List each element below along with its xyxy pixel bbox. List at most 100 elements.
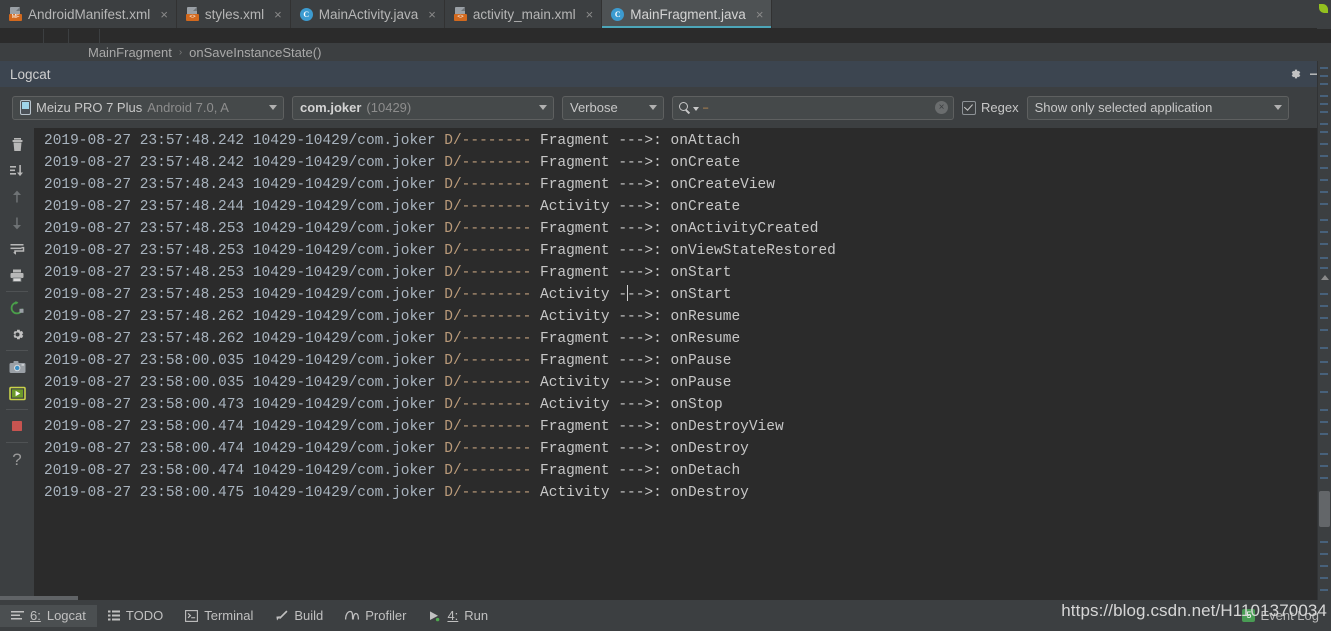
scrollbar-thumb[interactable] — [1319, 491, 1330, 527]
log-level-value: Verbose — [570, 100, 618, 115]
toolbar-divider — [6, 291, 28, 292]
gutter-mark — [1320, 219, 1328, 221]
chevron-down-icon — [649, 105, 657, 110]
log-component: Fragment — [540, 441, 619, 457]
gear-icon[interactable] — [1285, 64, 1305, 84]
restart-button[interactable] — [0, 295, 34, 321]
log-timestamp: 2019-08-27 23:58:00.475 — [44, 485, 253, 501]
chevron-down-icon[interactable] — [693, 107, 699, 111]
editor-tab-mainfragment-java[interactable]: C MainFragment.java × — [602, 0, 773, 28]
statusbar-item-build[interactable]: Build — [264, 605, 334, 627]
stop-button[interactable] — [0, 413, 34, 439]
logcat-search-field[interactable]: – × — [672, 95, 954, 120]
log-timestamp: 2019-08-27 23:58:00.035 — [44, 375, 253, 391]
log-level-dropdown[interactable]: Verbose — [562, 95, 664, 120]
statusbar-item-profiler[interactable]: Profiler — [334, 605, 417, 627]
log-component: Fragment — [540, 265, 619, 281]
log-timestamp: 2019-08-27 23:57:48.243 — [44, 177, 253, 193]
breadcrumb-class[interactable]: MainFragment — [88, 45, 172, 60]
log-pid: 10429-10429/com.joker — [252, 199, 445, 215]
screenshot-camera-button[interactable] — [0, 354, 34, 380]
log-pid: 10429-10429/com.joker — [252, 331, 445, 347]
search-input-value[interactable]: – — [702, 101, 709, 115]
gutter-mark — [1320, 361, 1328, 363]
gutter-mark — [1320, 577, 1328, 579]
statusbar-label: Logcat — [46, 608, 86, 623]
log-message: --->: onViewStateRestored — [618, 243, 836, 259]
log-component: Activity — [540, 199, 619, 215]
gutter-mark — [1320, 167, 1328, 169]
clear-logcat-button[interactable] — [0, 132, 34, 158]
editor-tab-bar: MF AndroidManifest.xml × <> styles.xml ×… — [0, 0, 1331, 29]
profiler-wave-icon — [345, 610, 360, 620]
statusbar-item-todo[interactable]: TODO — [97, 605, 174, 627]
process-pid: (10429) — [366, 100, 412, 115]
clear-search-icon[interactable]: × — [935, 101, 948, 114]
editor-code-line-clipped[interactable]: 96Log.d(TAG, msg:"onSaveInstanceState"); — [0, 29, 1331, 43]
logcat-line: 2019-08-27 23:57:48.253 10429-10429/com.… — [44, 218, 1317, 240]
editor-right-gutter[interactable] — [1317, 61, 1331, 600]
print-button[interactable] — [0, 262, 34, 288]
breadcrumb-method[interactable]: onSaveInstanceState() — [189, 45, 321, 60]
log-pid: 10429-10429/com.joker — [252, 287, 445, 303]
close-icon[interactable]: × — [586, 8, 594, 21]
logcat-line: 2019-08-27 23:57:48.253 10429-10429/com.… — [44, 284, 1317, 306]
log-timestamp: 2019-08-27 23:57:48.262 — [44, 331, 253, 347]
editor-tab-styles-xml[interactable]: <> styles.xml × — [177, 0, 291, 28]
gutter-mark — [1320, 103, 1328, 105]
down-the-stack-trace-button[interactable] — [0, 210, 34, 236]
device-name: Meizu PRO 7 Plus — [36, 100, 143, 115]
logcat-line: 2019-08-27 23:58:00.474 10429-10429/com.… — [44, 416, 1317, 438]
build-hammer-icon — [276, 610, 288, 620]
process-selector-dropdown[interactable]: com.joker (10429) — [292, 95, 554, 120]
close-icon[interactable]: × — [428, 8, 436, 21]
log-tag: D/-------- — [444, 133, 540, 149]
tab-label: AndroidManifest.xml — [28, 6, 151, 22]
up-the-stack-trace-button[interactable] — [0, 184, 34, 210]
editor-tab-androidmanifest-xml[interactable]: MF AndroidManifest.xml × — [0, 0, 177, 28]
log-component: Fragment — [540, 331, 619, 347]
log-component: Activity — [540, 397, 619, 413]
log-timestamp: 2019-08-27 23:57:48.242 — [44, 155, 253, 171]
log-timestamp: 2019-08-27 23:58:00.035 — [44, 353, 253, 369]
gutter-mark — [1320, 347, 1328, 349]
help-button[interactable]: ? — [0, 446, 34, 472]
log-tag: D/-------- — [444, 265, 540, 281]
close-icon[interactable]: × — [160, 8, 168, 21]
checkbox-icon[interactable] — [962, 100, 976, 115]
log-pid: 10429-10429/com.joker — [252, 265, 445, 281]
device-selector-dropdown[interactable]: Meizu PRO 7 Plus Android 7.0, A — [12, 95, 284, 120]
log-component: Activity — [540, 309, 619, 325]
regex-checkbox[interactable]: Regex — [962, 100, 1019, 115]
statusbar-label: TODO — [125, 608, 164, 623]
log-pid: 10429-10429/com.joker — [252, 309, 445, 325]
statusbar-label: Build — [294, 608, 324, 623]
gutter-mark — [1320, 391, 1328, 393]
log-pid: 10429-10429/com.joker — [252, 463, 445, 479]
close-icon[interactable]: × — [756, 8, 764, 21]
settings-gear-button[interactable] — [0, 321, 34, 347]
editor-tab-mainactivity-java[interactable]: C MainActivity.java × — [291, 0, 445, 28]
gutter-mark — [1320, 111, 1328, 113]
soft-wrap-button[interactable] — [0, 236, 34, 262]
gutter-top-cap — [1317, 0, 1331, 29]
statusbar-item-terminal[interactable]: Terminal — [174, 605, 264, 627]
search-icon[interactable] — [679, 102, 690, 114]
log-message: --->: onPause — [618, 375, 732, 391]
gutter-mark — [1320, 231, 1328, 233]
android-manifest-file-icon: MF — [9, 7, 22, 21]
statusbar-item-logcat[interactable]: 6: Logcat — [0, 604, 97, 627]
gutter-mark — [1320, 453, 1328, 455]
log-tag: D/-------- — [444, 397, 540, 413]
statusbar-item-run[interactable]: 4: Run — [417, 605, 499, 627]
close-icon[interactable]: × — [274, 8, 282, 21]
editor-tab-activity-main-xml[interactable]: <> activity_main.xml × — [445, 0, 603, 28]
scroll-to-end-button[interactable] — [0, 158, 34, 184]
logcat-output-pane[interactable]: 2019-08-27 23:57:48.242 10429-10429/com.… — [34, 128, 1317, 600]
gutter-mark — [1320, 305, 1328, 307]
gutter-mark — [1320, 155, 1328, 157]
log-filter-dropdown[interactable]: Show only selected application — [1026, 95, 1289, 120]
screen-record-button[interactable] — [0, 380, 34, 406]
logcat-lines-icon — [11, 611, 24, 620]
watermark: https://blog.csdn.net/H1101370034 — [1061, 601, 1327, 620]
